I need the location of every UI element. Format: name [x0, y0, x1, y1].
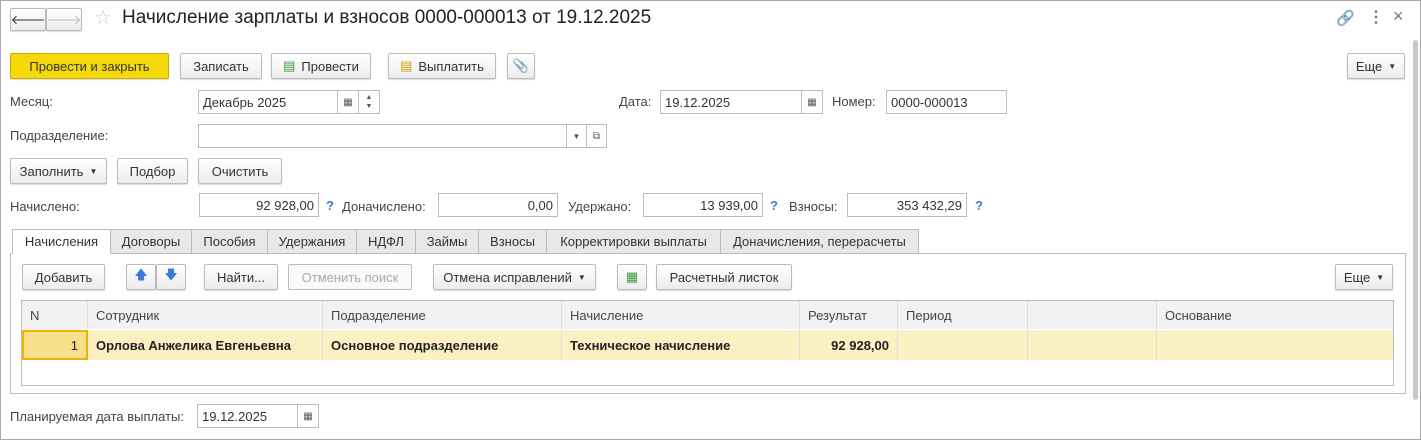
- chevron-down-icon: ▼: [1388, 61, 1397, 71]
- pay-date-label: Планируемая дата выплаты:: [10, 409, 184, 424]
- accrued-label: Начислено:: [10, 199, 80, 214]
- chevron-down-icon: ▼: [577, 272, 586, 282]
- more-actions-icon[interactable]: ⋮: [1368, 7, 1384, 27]
- contributions-label: Взносы:: [789, 199, 838, 214]
- fill-button[interactable]: Заполнить ▼: [10, 158, 107, 184]
- close-icon[interactable]: ×: [1393, 6, 1404, 27]
- calendar-icon[interactable]: ▦: [337, 90, 359, 114]
- favorite-star-icon[interactable]: ☆: [94, 5, 112, 30]
- date-calendar-icon[interactable]: ▦: [801, 90, 823, 114]
- column-header-period[interactable]: Период: [898, 301, 1028, 329]
- cancel-search-button[interactable]: Отменить поиск: [288, 264, 412, 290]
- withheld-label: Удержано:: [568, 199, 632, 214]
- cell-n[interactable]: 1: [22, 330, 88, 360]
- department-label: Подразделение:: [10, 128, 109, 143]
- extra-accrued-value: 0,00: [438, 193, 558, 217]
- table-more-button[interactable]: Еще ▼: [1335, 264, 1393, 290]
- clear-button[interactable]: Очистить: [198, 158, 282, 184]
- column-header-basis[interactable]: Основание: [1157, 301, 1393, 329]
- move-up-button[interactable]: 🡅: [126, 264, 156, 290]
- extra-accrued-label: Доначислено:: [342, 199, 426, 214]
- table-add-icon[interactable]: ▦: [617, 264, 647, 290]
- accrued-help-icon[interactable]: ?: [326, 198, 334, 213]
- payslip-button[interactable]: Расчетный листок: [656, 264, 792, 290]
- link-icon[interactable]: 🔗: [1336, 9, 1355, 27]
- number-input[interactable]: 0000-000013: [886, 90, 1007, 114]
- back-button[interactable]: 🡐: [10, 8, 46, 31]
- date-input[interactable]: 19.12.2025: [660, 90, 802, 114]
- pay-date-input[interactable]: 19.12.2025: [197, 404, 298, 428]
- column-header-accrual[interactable]: Начисление: [562, 301, 800, 329]
- contributions-value: 353 432,29: [847, 193, 967, 217]
- column-header-result[interactable]: Результат: [800, 301, 898, 329]
- column-header-employee[interactable]: Сотрудник: [88, 301, 323, 329]
- page-title: Начисление зарплаты и взносов 0000-00001…: [122, 7, 652, 28]
- column-header-n[interactable]: N: [22, 301, 88, 329]
- post-button[interactable]: ▤ Провести: [271, 53, 371, 79]
- scrollbar[interactable]: [1413, 40, 1418, 400]
- cell-accrual[interactable]: Техническое начисление: [562, 330, 800, 360]
- arrow-up-icon: 🡅: [134, 267, 148, 282]
- month-input[interactable]: Декабрь 2025: [198, 90, 338, 114]
- tab-deductions[interactable]: Удержания: [267, 229, 357, 254]
- column-header-department[interactable]: Подразделение: [323, 301, 562, 329]
- save-button[interactable]: Записать: [180, 53, 262, 79]
- chevron-down-icon: ▼: [89, 166, 98, 176]
- attach-button[interactable]: 📎: [507, 53, 535, 79]
- contributions-help-icon[interactable]: ?: [975, 198, 983, 213]
- month-spinner[interactable]: ▲ ▼: [358, 90, 380, 114]
- cell-period[interactable]: [898, 330, 1028, 360]
- tab-loans[interactable]: Займы: [415, 229, 479, 254]
- undo-corrections-button[interactable]: Отмена исправлений ▼: [433, 264, 596, 290]
- month-label: Месяц:: [10, 94, 53, 109]
- cell-blank[interactable]: [1028, 330, 1157, 360]
- department-open-icon[interactable]: ⧉: [586, 124, 607, 148]
- cell-employee[interactable]: Орлова Анжелика Евгеньевна: [88, 330, 323, 360]
- tab-accruals[interactable]: Начисления: [12, 229, 111, 254]
- move-down-button[interactable]: 🡇: [156, 264, 186, 290]
- accrued-value: 92 928,00: [199, 193, 319, 217]
- pay-date-calendar-icon[interactable]: ▦: [297, 404, 319, 428]
- arrow-down-icon: 🡇: [164, 267, 178, 282]
- tab-contributions[interactable]: Взносы: [478, 229, 547, 254]
- pick-button[interactable]: Подбор: [117, 158, 188, 184]
- find-button[interactable]: Найти...: [204, 264, 278, 290]
- cell-result[interactable]: 92 928,00: [800, 330, 898, 360]
- column-header-blank[interactable]: [1028, 301, 1157, 329]
- withheld-help-icon[interactable]: ?: [770, 198, 778, 213]
- withheld-value: 13 939,00: [643, 193, 763, 217]
- chevron-down-icon: ▼: [1376, 272, 1385, 282]
- tab-contracts[interactable]: Договоры: [110, 229, 192, 254]
- pay-button[interactable]: ▤ Выплатить: [388, 53, 496, 79]
- post-document-icon: ▤: [283, 58, 296, 73]
- post-and-close-button[interactable]: Провести и закрыть: [10, 53, 169, 79]
- forward-button[interactable]: 🡒: [46, 8, 82, 31]
- department-dropdown-icon[interactable]: ▼: [566, 124, 587, 148]
- number-label: Номер:: [832, 94, 876, 109]
- more-button[interactable]: Еще ▼: [1347, 53, 1405, 79]
- tab-benefits[interactable]: Пособия: [191, 229, 268, 254]
- date-label: Дата:: [619, 94, 652, 109]
- arrow-right-icon: 🡒: [46, 11, 82, 27]
- tab-payment-corrections[interactable]: Корректировки выплаты: [546, 229, 721, 254]
- paperclip-icon: 📎: [512, 58, 530, 73]
- arrow-left-icon: 🡐: [10, 11, 46, 27]
- tab-recalculations[interactable]: Доначисления, перерасчеты: [720, 229, 919, 254]
- cell-basis[interactable]: [1157, 330, 1393, 360]
- pay-document-icon: ▤: [400, 58, 413, 73]
- cell-department[interactable]: Основное подразделение: [323, 330, 562, 360]
- add-button[interactable]: Добавить: [22, 264, 105, 290]
- tab-ndfl[interactable]: НДФЛ: [356, 229, 416, 254]
- department-input[interactable]: [198, 124, 567, 148]
